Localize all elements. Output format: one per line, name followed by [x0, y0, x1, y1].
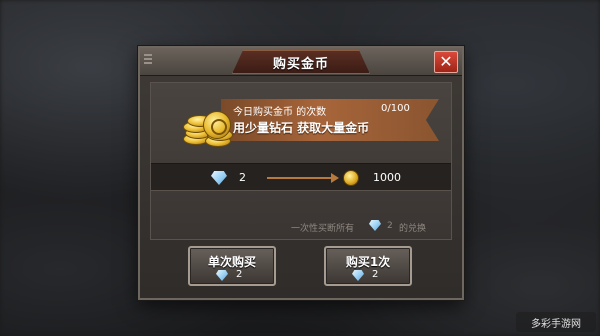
- single-purchase-button[interactable]: 单次购买 2: [188, 246, 276, 286]
- dialog-titlebar: 购买金币 ✕: [140, 48, 462, 76]
- close-button[interactable]: ✕: [434, 51, 458, 73]
- title-plate: 购买金币: [232, 50, 370, 74]
- buy-coins-dialog: 购买金币 ✕ 今日购买金币 的次数 0/100 用少量钻石 获取大量金币 2 1…: [138, 46, 464, 300]
- close-icon: ✕: [439, 52, 453, 71]
- buy-once-label: 购买1次: [345, 255, 391, 269]
- gold-coin-icon: [343, 170, 359, 186]
- arrow-right-icon: [267, 173, 339, 183]
- single-purchase-label: 单次购买: [207, 255, 256, 269]
- diamond-icon: [216, 270, 228, 281]
- grip-icon: [144, 54, 152, 64]
- site-watermark: 多彩手游网: [516, 312, 596, 332]
- buy-once-button[interactable]: 购买1次 2: [324, 246, 412, 286]
- hint-suffix: 的兑换: [399, 224, 427, 234]
- daily-purchase-count: 0/100: [381, 103, 410, 114]
- banner-slogan: 用少量钻石 获取大量金币: [233, 121, 370, 135]
- single-purchase-cost: 2: [236, 269, 243, 280]
- exchange-coin-gain: 1000: [373, 171, 401, 184]
- diamond-icon: [369, 220, 381, 231]
- hint-prefix: 一次性买断所有: [291, 224, 355, 234]
- diamond-icon: [211, 171, 227, 185]
- content-panel: 今日购买金币 的次数 0/100 用少量钻石 获取大量金币 2 1000 一次性…: [150, 82, 452, 240]
- hint-amount: 2: [387, 221, 393, 231]
- diamond-icon: [352, 270, 364, 281]
- daily-purchase-label: 今日购买金币 的次数: [233, 107, 327, 118]
- exchange-diamond-cost: 2: [239, 171, 246, 184]
- dialog-title: 购买金币: [272, 56, 329, 72]
- buy-once-cost: 2: [372, 269, 379, 280]
- coin-stack-icon: [181, 97, 237, 147]
- exchange-bar: 2 1000: [151, 163, 451, 191]
- watermark-text: 多彩手游网: [531, 318, 581, 330]
